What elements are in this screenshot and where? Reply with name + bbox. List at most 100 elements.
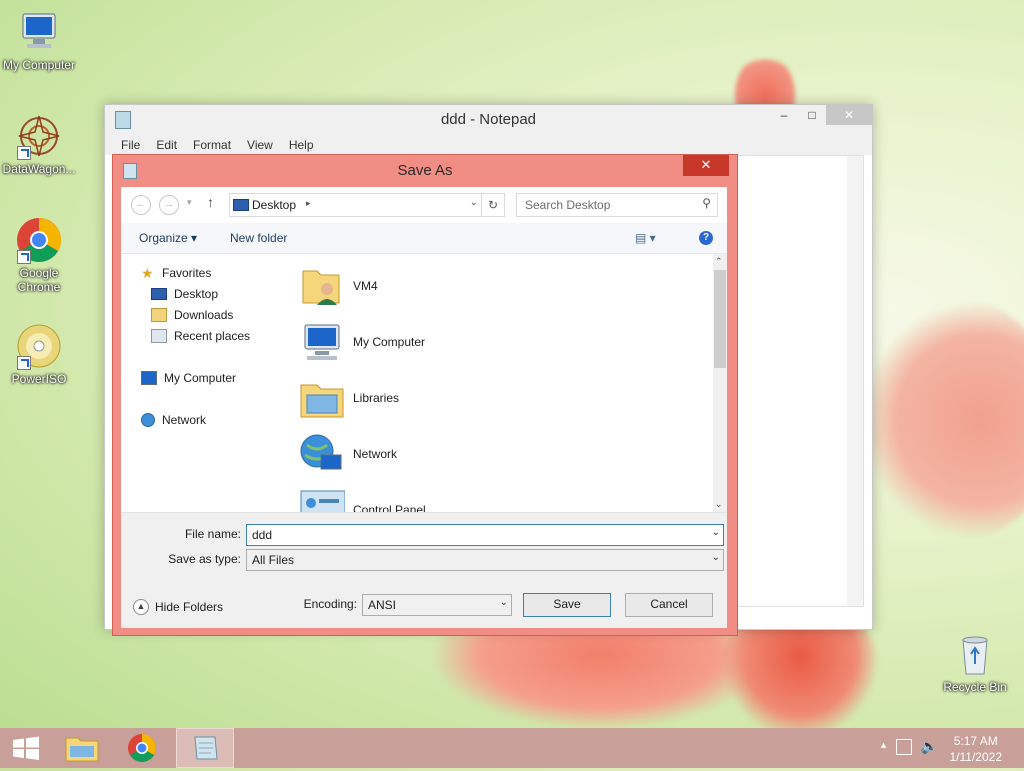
list-item-my-computer[interactable]: My Computer (299, 317, 425, 367)
taskbar-notepad[interactable] (176, 728, 234, 768)
nav-network[interactable]: Network (141, 411, 206, 429)
list-item-label: VM4 (353, 279, 378, 293)
notepad-title-bar[interactable]: ddd - Notepad – □ ✕ (105, 105, 872, 135)
list-item-network[interactable]: Network (299, 429, 397, 479)
save-options-panel: File name: ddd ⌄ Save as type: All Files… (121, 512, 727, 628)
notepad-menu-bar: File Edit Format View Help (105, 135, 872, 155)
recent-locations-chevron-icon[interactable]: ▾ (187, 197, 192, 208)
new-folder-button[interactable]: New folder (230, 231, 287, 245)
save-button[interactable]: Save (523, 593, 611, 617)
chevron-up-icon: ▲ (133, 599, 149, 615)
file-name-dropdown-icon[interactable]: ⌄ (712, 527, 720, 538)
command-toolbar: Organize ▾ New folder ▤ ▾ ? (121, 223, 727, 254)
nav-recent-places[interactable]: Recent places (151, 327, 250, 345)
clock-time: 5:17 AM (953, 734, 998, 748)
folder-icon (65, 737, 99, 762)
file-list-scrollbar[interactable]: ⌃ ⌄ (713, 254, 727, 512)
list-item-libraries[interactable]: Libraries (299, 373, 399, 423)
dialog-close-button[interactable]: ✕ (683, 155, 729, 176)
maximize-button[interactable]: □ (798, 105, 826, 125)
nav-downloads[interactable]: Downloads (151, 306, 233, 324)
search-box[interactable]: Search Desktop ⚲ (516, 193, 718, 217)
nav-my-computer[interactable]: My Computer (141, 369, 236, 387)
nav-favorites[interactable]: ★ Favorites (141, 264, 211, 282)
star-icon: ★ (141, 265, 154, 281)
notepad-scrollbar[interactable] (847, 156, 863, 606)
list-item-label: Network (353, 447, 398, 461)
organize-button[interactable]: Organize ▾ (139, 231, 197, 245)
list-item-control-panel[interactable]: Control Panel (299, 485, 426, 512)
minimize-button[interactable]: – (770, 105, 798, 125)
list-item-vm4[interactable]: VM4 (299, 261, 378, 311)
desktop-icon-my-computer[interactable]: My Computer (0, 8, 78, 72)
file-name-input[interactable]: ddd ⌄ (246, 524, 724, 546)
chrome-icon (128, 734, 156, 762)
desktop-folder-icon (233, 199, 249, 211)
cancel-button[interactable]: Cancel (625, 593, 713, 617)
menu-format[interactable]: Format (193, 135, 231, 155)
shortcut-arrow-icon (17, 250, 31, 264)
network-tray-icon[interactable] (896, 739, 912, 755)
control-panel-icon (299, 487, 346, 512)
show-hidden-icons[interactable]: ▲ (879, 740, 888, 750)
dialog-title: Save As (397, 162, 453, 179)
desktop-icon-label: My Computer (2, 58, 76, 72)
notepad-close-button[interactable]: ✕ (826, 105, 872, 125)
nav-desktop[interactable]: Desktop (151, 285, 218, 303)
address-dropdown-icon[interactable]: ⌄ (470, 197, 478, 208)
clock[interactable]: 5:17 AM 1/11/2022 (950, 733, 1003, 765)
save-type-select[interactable]: All Files ⌄ (246, 549, 724, 571)
list-item-label: My Computer (353, 335, 426, 349)
organize-label: Organize (139, 231, 188, 245)
menu-file[interactable]: File (121, 135, 140, 155)
taskbar-chrome[interactable] (114, 728, 170, 768)
encoding-select[interactable]: ANSI ⌄ (362, 594, 512, 616)
breadcrumb-chevron-icon[interactable]: ▸ (306, 198, 311, 209)
desktop-icon-recycle-bin[interactable]: Recycle Bin (936, 630, 1014, 694)
wallpaper-petal (860, 300, 1024, 540)
back-arrow-icon[interactable]: ← (131, 195, 151, 215)
navigation-pane: ★ Favorites Desktop Downloads Recent pla… (121, 254, 281, 512)
scroll-up-icon[interactable]: ⌃ (715, 256, 723, 267)
taskbar: ▲ 🔈 5:17 AM 1/11/2022 (0, 728, 1024, 768)
nav-label: Favorites (162, 266, 212, 280)
forward-arrow-icon[interactable]: → (159, 195, 179, 215)
desktop-icon-poweriso[interactable]: PowerISO (0, 322, 78, 386)
nav-label: Downloads (174, 308, 234, 322)
notepad-icon (194, 736, 218, 760)
file-name-value: ddd (252, 528, 273, 542)
view-options-icon[interactable]: ▤ ▾ (635, 231, 656, 245)
scrollbar-thumb[interactable] (714, 270, 726, 368)
up-arrow-icon[interactable]: ↑ (207, 194, 214, 210)
encoding-value: ANSI (368, 598, 397, 612)
clock-date: 1/11/2022 (949, 750, 1003, 764)
desktop-icon-google-chrome[interactable]: Google Chrome (0, 216, 78, 294)
hide-folders-button[interactable]: ▲ Hide Folders (133, 599, 223, 615)
start-button[interactable] (0, 728, 56, 768)
address-text: Desktop (252, 198, 297, 212)
computer-icon (15, 8, 63, 56)
encoding-label: Encoding: (303, 597, 357, 611)
desktop-icon-datawagon[interactable]: DataWagon... (0, 112, 78, 176)
menu-edit[interactable]: Edit (156, 135, 177, 155)
save-as-dialog: Save As ✕ ← → ▾ ↑ Desktop ▸ ⌄ ↻ Search D… (112, 154, 738, 636)
menu-help[interactable]: Help (289, 135, 314, 155)
save-type-label: Save as type: (168, 552, 241, 566)
taskbar-file-explorer[interactable] (54, 728, 110, 768)
menu-view[interactable]: View (247, 135, 273, 155)
datawagon-icon (15, 112, 63, 160)
refresh-icon[interactable]: ↻ (481, 194, 504, 216)
shortcut-arrow-icon (17, 146, 31, 160)
nav-label: My Computer (164, 371, 237, 385)
scroll-down-icon[interactable]: ⌄ (715, 499, 723, 510)
desktop-folder-icon (151, 288, 167, 300)
network-icon (299, 431, 345, 477)
nav-label: Desktop (174, 287, 219, 301)
help-icon[interactable]: ? (699, 231, 713, 245)
search-icon: ⚲ (702, 196, 711, 210)
save-type-dropdown-icon: ⌄ (711, 552, 720, 563)
address-bar[interactable]: Desktop ▸ ⌄ ↻ (229, 193, 505, 217)
volume-muted-icon[interactable]: 🔈 (921, 738, 938, 755)
dialog-title-bar[interactable]: Save As ✕ (113, 155, 737, 187)
recycle-bin-icon (951, 630, 999, 678)
